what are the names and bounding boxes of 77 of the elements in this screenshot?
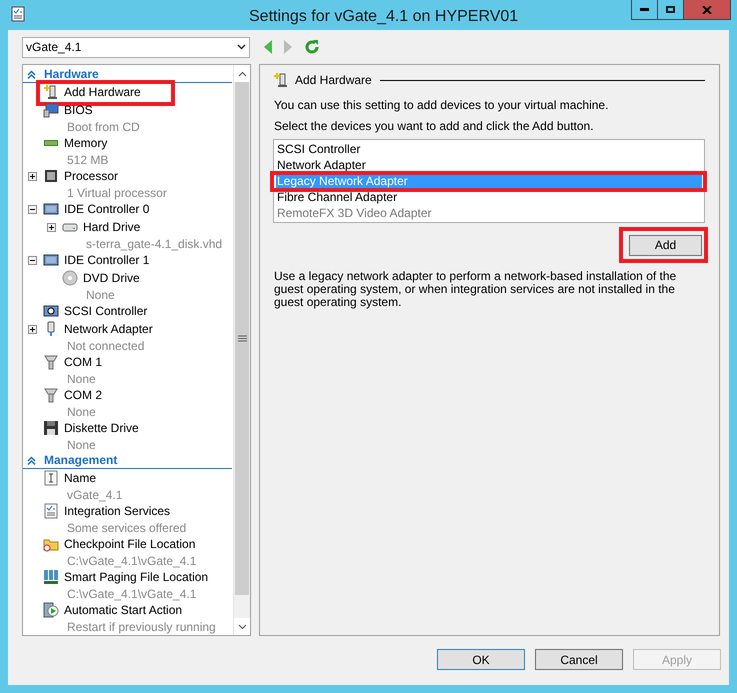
intro-text: You can use this setting to add devices to your virtual machine.	[273, 98, 610, 112]
close-button[interactable]	[684, 0, 731, 20]
tree-item[interactable]: BIOS	[64, 101, 93, 119]
tree-item-detail: None	[66, 404, 96, 420]
tree-item-detail: Boot from CD	[66, 118, 140, 136]
tree-item-detail: C:\vGate_4.1\vGate_4.1	[66, 586, 196, 602]
tree-item-detail: Not connected	[66, 338, 144, 354]
port-connector-icon	[43, 387, 59, 403]
tree-item-detail: 1 Virtual processor	[66, 184, 167, 202]
prompt-text: Select the devices you want to add and click the Add button.	[273, 119, 595, 133]
add-device-icon	[43, 84, 59, 100]
tree-item[interactable]: Smart Paging File Location	[64, 568, 208, 586]
tree-item-detail: s-terra_gate-4.1_disk.vhd	[85, 236, 222, 252]
scroll-down-icon[interactable]	[238, 624, 246, 630]
tree-item[interactable]: Name	[64, 469, 96, 487]
tree-item[interactable]: COM 2	[64, 386, 102, 404]
tree-item-detail: None	[66, 436, 96, 454]
description-text: Use a legacy network adapter to perform a network-based installation of the guest operating system, or when integration services are not installed in the guest operating system.	[273, 270, 678, 309]
grip-icon	[238, 335, 246, 342]
tree-item[interactable]: IDE Controller 1	[64, 251, 150, 269]
add-button[interactable]: Add	[629, 234, 702, 256]
list-item[interactable]: SCSI Controller	[276, 141, 702, 157]
tree-item-detail: C:\vGate_4.1\vGate_4.1	[66, 552, 196, 570]
memory-chip-icon	[43, 569, 59, 585]
add-device-icon	[273, 72, 289, 88]
tree-item[interactable]: Add Hardware	[64, 83, 141, 101]
tree-item-detail: Restart if previously running	[66, 618, 216, 636]
list-item[interactable]: Fibre Channel Adapter	[276, 189, 702, 205]
tree-item[interactable]: Memory	[64, 134, 108, 152]
chip-icon	[43, 168, 59, 184]
window-title: Settings for vGate_4.1 on HYPERV01	[249, 7, 518, 27]
tree-item[interactable]: SCSI Controller	[64, 302, 148, 320]
vm-dropdown[interactable]: vGate_4.1	[22, 36, 250, 58]
list-item[interactable]: Network Adapter	[276, 157, 702, 173]
expand-icon[interactable]	[47, 222, 56, 232]
tree-item[interactable]: IDE Controller 0	[64, 200, 150, 218]
expand-icon[interactable]	[28, 172, 37, 180]
disc-icon	[62, 270, 78, 286]
tree-item[interactable]: Checkpoint File Location	[64, 535, 196, 553]
tree-item[interactable]: Network Adapter	[64, 320, 153, 338]
dialog-button[interactable]: Cancel	[535, 649, 623, 670]
collapse-section-icon[interactable]	[27, 456, 36, 464]
expand-icon[interactable]	[28, 324, 37, 334]
close-icon	[702, 6, 712, 14]
dialog-button[interactable]: OK	[437, 649, 525, 670]
section-header[interactable]: Hardware	[44, 65, 99, 83]
section-header[interactable]: Management	[44, 451, 118, 469]
controller-card-icon	[43, 252, 59, 268]
tree-item-detail: None	[85, 286, 115, 304]
collapse-section-icon[interactable]	[27, 70, 36, 78]
settings-app-icon	[10, 6, 26, 22]
tree-item-detail: Some services offered	[66, 520, 186, 536]
group-title: Add Hardware	[295, 72, 372, 89]
scrollbar[interactable]	[233, 65, 250, 635]
refresh-icon[interactable]	[304, 39, 320, 55]
scroll-up-icon[interactable]	[238, 70, 246, 76]
controller-card-icon	[43, 303, 59, 319]
text-cursor-icon	[43, 470, 59, 486]
chevron-down-icon	[237, 44, 246, 50]
monitor-icon	[43, 102, 59, 118]
checklist-icon	[43, 503, 59, 519]
tree-item-detail: None	[66, 370, 96, 388]
tree-item[interactable]: Integration Services	[64, 502, 170, 520]
tree-item-detail: vGate_4.1	[66, 486, 122, 504]
port-connector-icon	[43, 354, 59, 370]
tree-item[interactable]: Hard Drive	[83, 218, 140, 236]
play-icon	[43, 602, 59, 618]
tree-item[interactable]: Processor	[64, 167, 118, 185]
tree-item[interactable]: Diskette Drive	[64, 419, 139, 437]
tree-item[interactable]: DVD Drive	[83, 269, 140, 287]
controller-card-icon	[43, 201, 59, 217]
tree-item-detail: 512 MB	[66, 152, 108, 168]
minimize-button[interactable]	[631, 0, 658, 20]
tree-item[interactable]: COM 1	[64, 353, 102, 371]
tree-item[interactable]: Automatic Start Action	[64, 601, 182, 619]
collapse-icon[interactable]	[28, 204, 37, 214]
collapse-icon[interactable]	[28, 256, 37, 264]
